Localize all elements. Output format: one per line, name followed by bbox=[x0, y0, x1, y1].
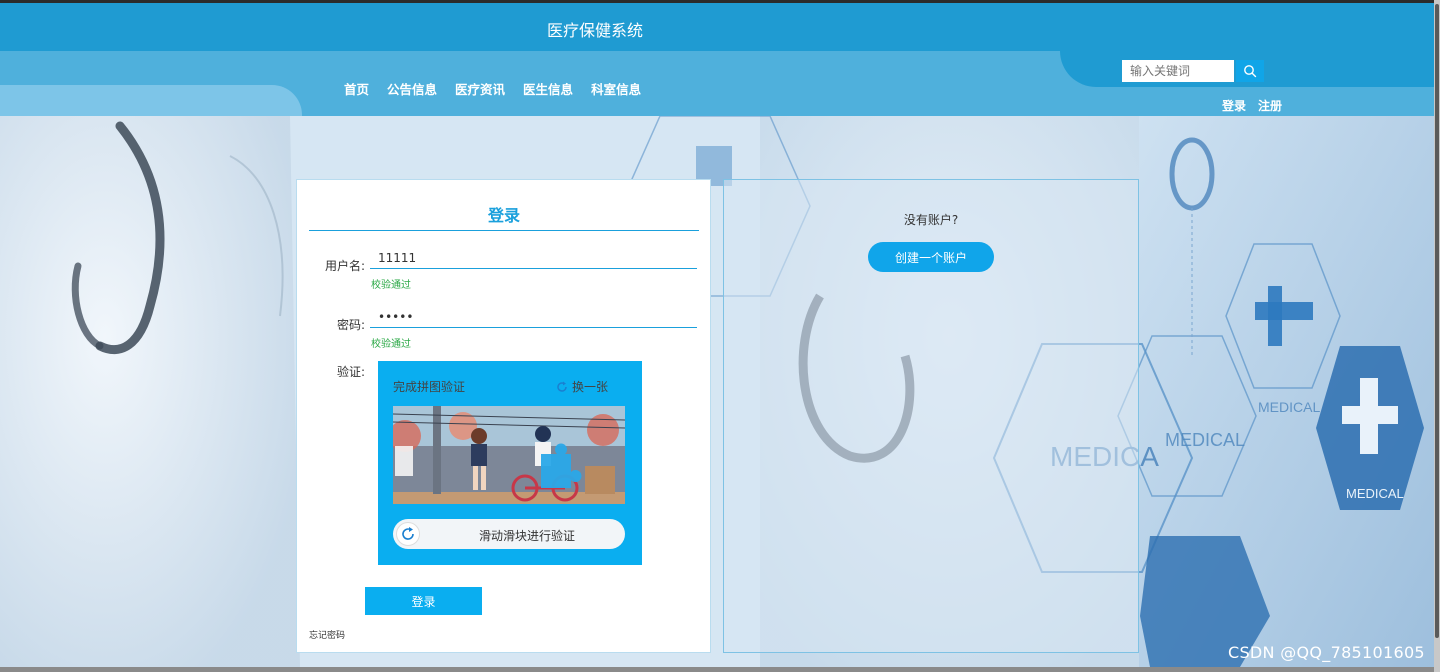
title-divider bbox=[309, 230, 699, 231]
captcha-label: 验证: bbox=[336, 365, 365, 379]
create-account-button[interactable]: 创建一个账户 bbox=[868, 242, 994, 272]
nav-item-notices[interactable]: 公告信息 bbox=[387, 79, 437, 98]
nav-item-departments[interactable]: 科室信息 bbox=[591, 79, 641, 98]
nav-item-medical-news[interactable]: 医疗资讯 bbox=[455, 79, 505, 98]
captcha-puzzle-image bbox=[393, 406, 625, 504]
background-label-medical-2: MEDICAL bbox=[1258, 399, 1320, 415]
no-account-text: 没有账户? bbox=[903, 213, 959, 227]
captcha-illustration bbox=[393, 406, 625, 504]
slider-hint: 滑动滑块进行验证 bbox=[478, 529, 575, 543]
password-valid-tip: 校验通过 bbox=[371, 339, 411, 350]
password-input[interactable] bbox=[370, 306, 697, 328]
search-button[interactable] bbox=[1236, 60, 1264, 82]
background-label-medical-1: MEDICAL bbox=[1165, 430, 1245, 450]
background-label-medical-3: MEDICAL bbox=[1346, 486, 1404, 501]
captcha-panel: 完成拼图验证 换一张 滑动滑块进行验证 bbox=[378, 361, 642, 565]
login-panel: 登录 用户名: 校验通过 密码: 校验通过 验证: 完成拼图验证 换一张 bbox=[296, 179, 711, 653]
register-panel: 没有账户? 创建一个账户 bbox=[723, 179, 1139, 653]
header-register-link[interactable]: 注册 bbox=[1258, 97, 1282, 114]
scrollbar-thumb[interactable] bbox=[1435, 4, 1439, 638]
refresh-icon bbox=[557, 381, 567, 392]
username-valid-tip: 校验通过 bbox=[371, 280, 411, 291]
site-title: 医疗保健系统 bbox=[546, 21, 643, 40]
bottom-border bbox=[0, 667, 1440, 672]
login-button[interactable]: 登录 bbox=[365, 587, 482, 615]
nav-item-home[interactable]: 首页 bbox=[344, 79, 369, 98]
username-label: 用户名: bbox=[324, 259, 365, 273]
captcha-slider[interactable]: 滑动滑块进行验证 bbox=[393, 519, 625, 549]
captcha-refresh-label: 换一张 bbox=[572, 380, 609, 394]
header-login-link[interactable]: 登录 bbox=[1222, 97, 1246, 114]
background-medical-illustration: MEDICA MEDICAL MEDICAL MEDICAL bbox=[0, 116, 1434, 667]
forgot-password-link[interactable]: 忘记密码 bbox=[309, 628, 345, 641]
nav-item-doctors[interactable]: 医生信息 bbox=[523, 79, 573, 98]
auth-links: 登录 注册 bbox=[1222, 97, 1282, 114]
search-input[interactable] bbox=[1122, 60, 1234, 82]
search-icon bbox=[1244, 65, 1257, 78]
captcha-title: 完成拼图验证 bbox=[393, 380, 466, 394]
username-input[interactable] bbox=[370, 247, 697, 269]
site-header: 医疗保健系统 首页 公告信息 医疗资讯 医生信息 科室信息 登录 注册 bbox=[0, 3, 1434, 125]
captcha-refresh-button[interactable]: 换一张 bbox=[556, 378, 608, 395]
login-title: 登录 bbox=[487, 206, 520, 225]
watermark: CSDN @QQ_785101605 bbox=[1228, 643, 1425, 662]
main-nav: 首页 公告信息 医疗资讯 医生信息 科室信息 bbox=[344, 79, 641, 98]
password-label: 密码: bbox=[336, 318, 365, 332]
background-image: MEDICA MEDICAL MEDICAL MEDICAL bbox=[0, 116, 1434, 667]
